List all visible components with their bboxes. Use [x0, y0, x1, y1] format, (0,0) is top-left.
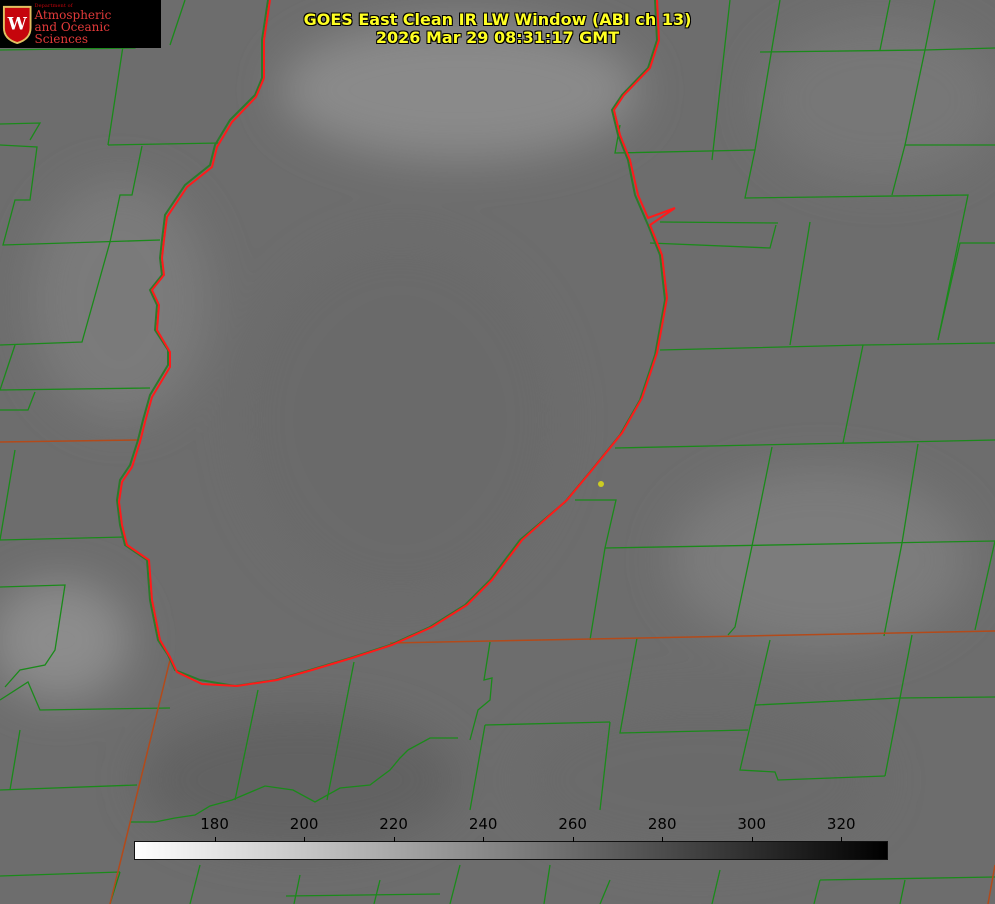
- colorbar-tick-label: 240: [468, 815, 498, 833]
- colorbar-tick-mark: [393, 837, 395, 842]
- colorbar-tick-label: 200: [289, 815, 319, 833]
- colorbar: [134, 841, 888, 860]
- colorbar-tick-mark: [841, 837, 843, 842]
- colorbar-tick-label: 320: [826, 815, 856, 833]
- location-marker: [598, 481, 604, 487]
- colorbar-tick-label: 300: [737, 815, 767, 833]
- colorbar-tick-label: 180: [200, 815, 229, 833]
- satellite-map: [0, 0, 995, 904]
- colorbar-tick-label: 220: [379, 815, 408, 833]
- colorbar-tick-mark: [662, 837, 664, 842]
- title-timestamp: 2026 Mar 29 08:31:17 GMT: [375, 28, 620, 47]
- satellite-viewer: W Department of Atmospheric and Oceanic …: [0, 0, 995, 904]
- colorbar-tick-mark: [572, 837, 574, 842]
- colorbar-tick-label: 260: [558, 815, 587, 833]
- colorbar-tick-mark: [483, 837, 485, 842]
- colorbar-tick-mark: [214, 837, 216, 842]
- image-title: GOES East Clean IR LW Window (ABI ch 13)…: [0, 11, 995, 47]
- colorbar-tick-mark: [304, 837, 306, 842]
- title-product: GOES East Clean IR LW Window (ABI ch 13): [303, 10, 692, 29]
- colorbar-tick-mark: [751, 837, 753, 842]
- colorbar-tick-label: 280: [647, 815, 677, 833]
